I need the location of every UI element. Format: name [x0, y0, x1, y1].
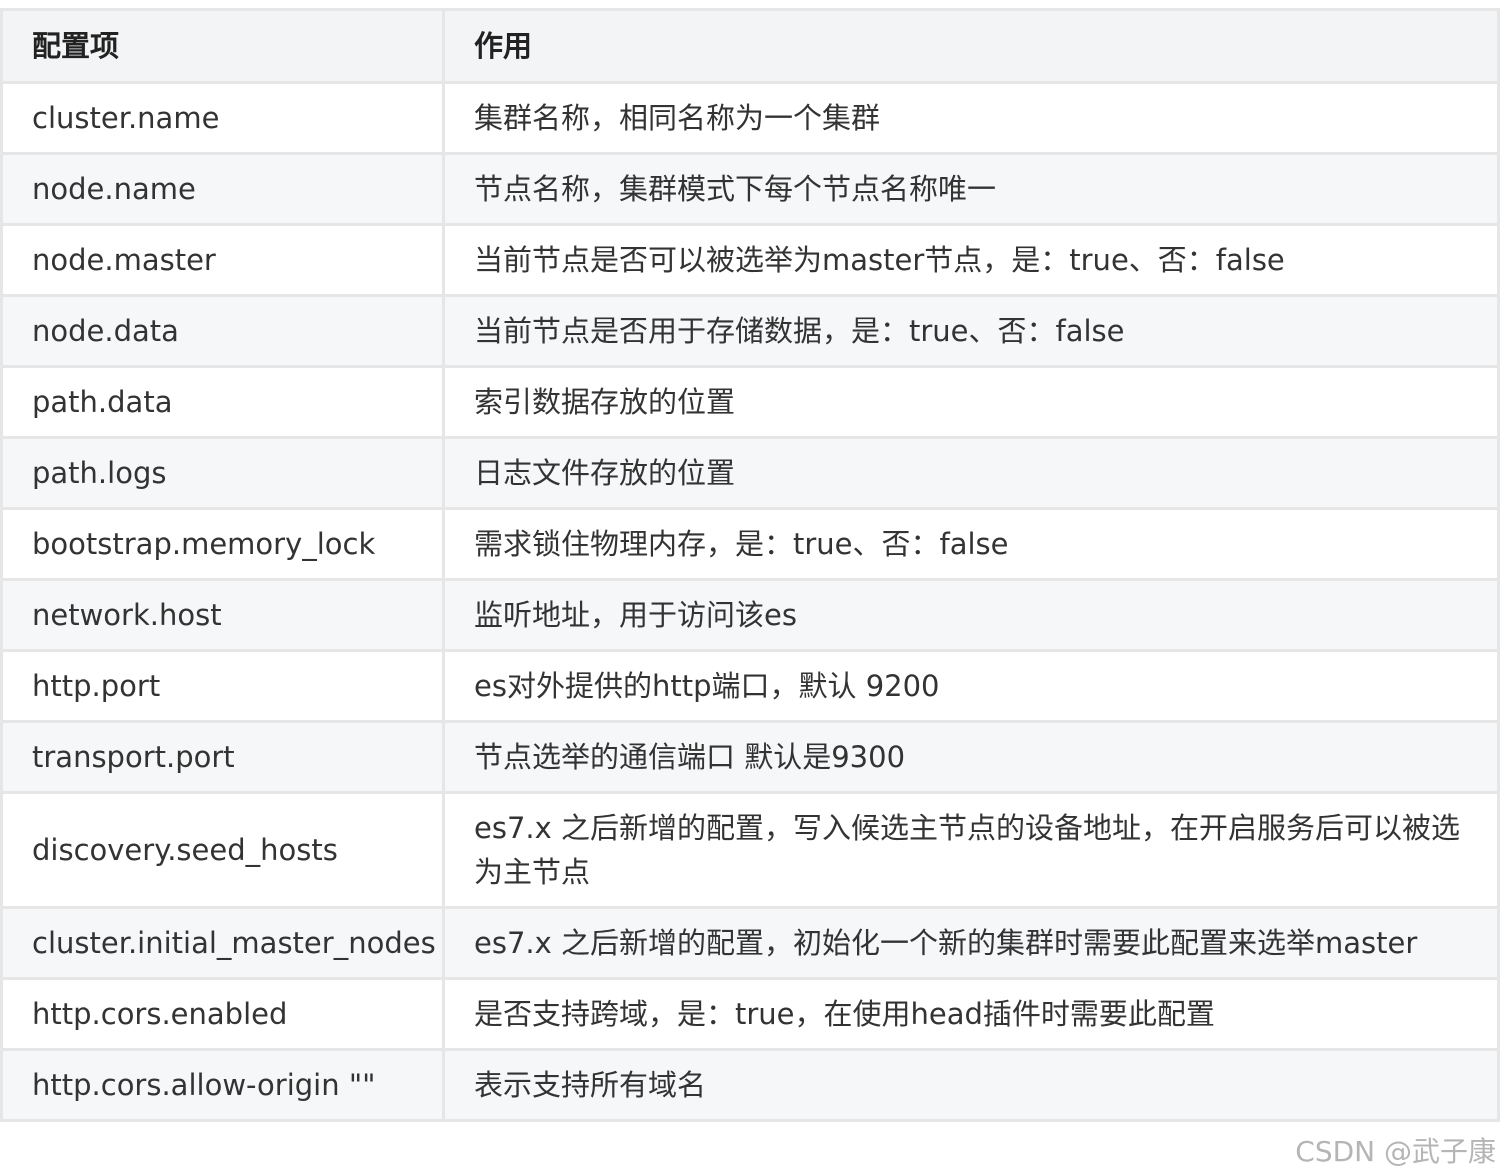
- config-desc-cell: es7.x 之后新增的配置，写入候选主节点的设备地址，在开启服务后可以被选为主节…: [442, 791, 1500, 909]
- config-key-cell: cluster.initial_master_nodes: [0, 906, 445, 980]
- table-row: http.cors.enabled 是否支持跨域，是：true，在使用head插…: [0, 977, 1500, 1051]
- header-purpose: 作用: [442, 8, 1500, 84]
- config-table-container: 配置项 作用 cluster.name 集群名称，相同名称为一个集群 node.…: [0, 8, 1500, 1122]
- table-row: cluster.name 集群名称，相同名称为一个集群: [0, 81, 1500, 155]
- table-row: node.data 当前节点是否用于存储数据，是：true、否：false: [0, 294, 1500, 368]
- config-desc-cell: 当前节点是否可以被选举为master节点，是：true、否：false: [442, 223, 1500, 297]
- config-desc-cell: 需求锁住物理内存，是：true、否：false: [442, 507, 1500, 581]
- csdn-watermark: CSDN @武子康: [1295, 1135, 1496, 1168]
- config-desc-cell: 表示支持所有域名: [442, 1048, 1500, 1122]
- table-header-row: 配置项 作用: [0, 8, 1500, 84]
- config-desc-cell: es对外提供的http端口，默认 9200: [442, 649, 1500, 723]
- table-row: network.host 监听地址，用于访问该es: [0, 578, 1500, 652]
- config-desc-cell: 节点名称，集群模式下每个节点名称唯一: [442, 152, 1500, 226]
- config-desc-cell: 监听地址，用于访问该es: [442, 578, 1500, 652]
- table-row: transport.port 节点选举的通信端口 默认是9300: [0, 720, 1500, 794]
- config-desc-cell: 节点选举的通信端口 默认是9300: [442, 720, 1500, 794]
- config-desc-cell: es7.x 之后新增的配置，初始化一个新的集群时需要此配置来选举master: [442, 906, 1500, 980]
- table-row: http.port es对外提供的http端口，默认 9200: [0, 649, 1500, 723]
- table-row: path.logs 日志文件存放的位置: [0, 436, 1500, 510]
- config-key-cell: node.data: [0, 294, 445, 368]
- table-row: node.master 当前节点是否可以被选举为master节点，是：true、…: [0, 223, 1500, 297]
- config-key-cell: bootstrap.memory_lock: [0, 507, 445, 581]
- config-key-cell: transport.port: [0, 720, 445, 794]
- table-row: bootstrap.memory_lock 需求锁住物理内存，是：true、否：…: [0, 507, 1500, 581]
- config-desc-cell: 索引数据存放的位置: [442, 365, 1500, 439]
- config-key-cell: network.host: [0, 578, 445, 652]
- config-key-cell: node.name: [0, 152, 445, 226]
- config-key-cell: path.data: [0, 365, 445, 439]
- config-key-cell: http.cors.allow-origin "": [0, 1048, 445, 1122]
- header-config-item: 配置项: [0, 8, 445, 84]
- config-key-cell: discovery.seed_hosts: [0, 791, 445, 909]
- config-key-cell: cluster.name: [0, 81, 445, 155]
- table-row: http.cors.allow-origin "" 表示支持所有域名: [0, 1048, 1500, 1122]
- config-key-cell: node.master: [0, 223, 445, 297]
- table-row: discovery.seed_hosts es7.x 之后新增的配置，写入候选主…: [0, 791, 1500, 909]
- table-row: node.name 节点名称，集群模式下每个节点名称唯一: [0, 152, 1500, 226]
- config-table: 配置项 作用 cluster.name 集群名称，相同名称为一个集群 node.…: [0, 8, 1500, 1122]
- config-desc-cell: 日志文件存放的位置: [442, 436, 1500, 510]
- config-key-cell: http.cors.enabled: [0, 977, 445, 1051]
- config-key-cell: http.port: [0, 649, 445, 723]
- config-desc-cell: 当前节点是否用于存储数据，是：true、否：false: [442, 294, 1500, 368]
- config-desc-cell: 集群名称，相同名称为一个集群: [442, 81, 1500, 155]
- table-row: path.data 索引数据存放的位置: [0, 365, 1500, 439]
- config-desc-cell: 是否支持跨域，是：true，在使用head插件时需要此配置: [442, 977, 1500, 1051]
- table-row: cluster.initial_master_nodes es7.x 之后新增的…: [0, 906, 1500, 980]
- config-key-cell: path.logs: [0, 436, 445, 510]
